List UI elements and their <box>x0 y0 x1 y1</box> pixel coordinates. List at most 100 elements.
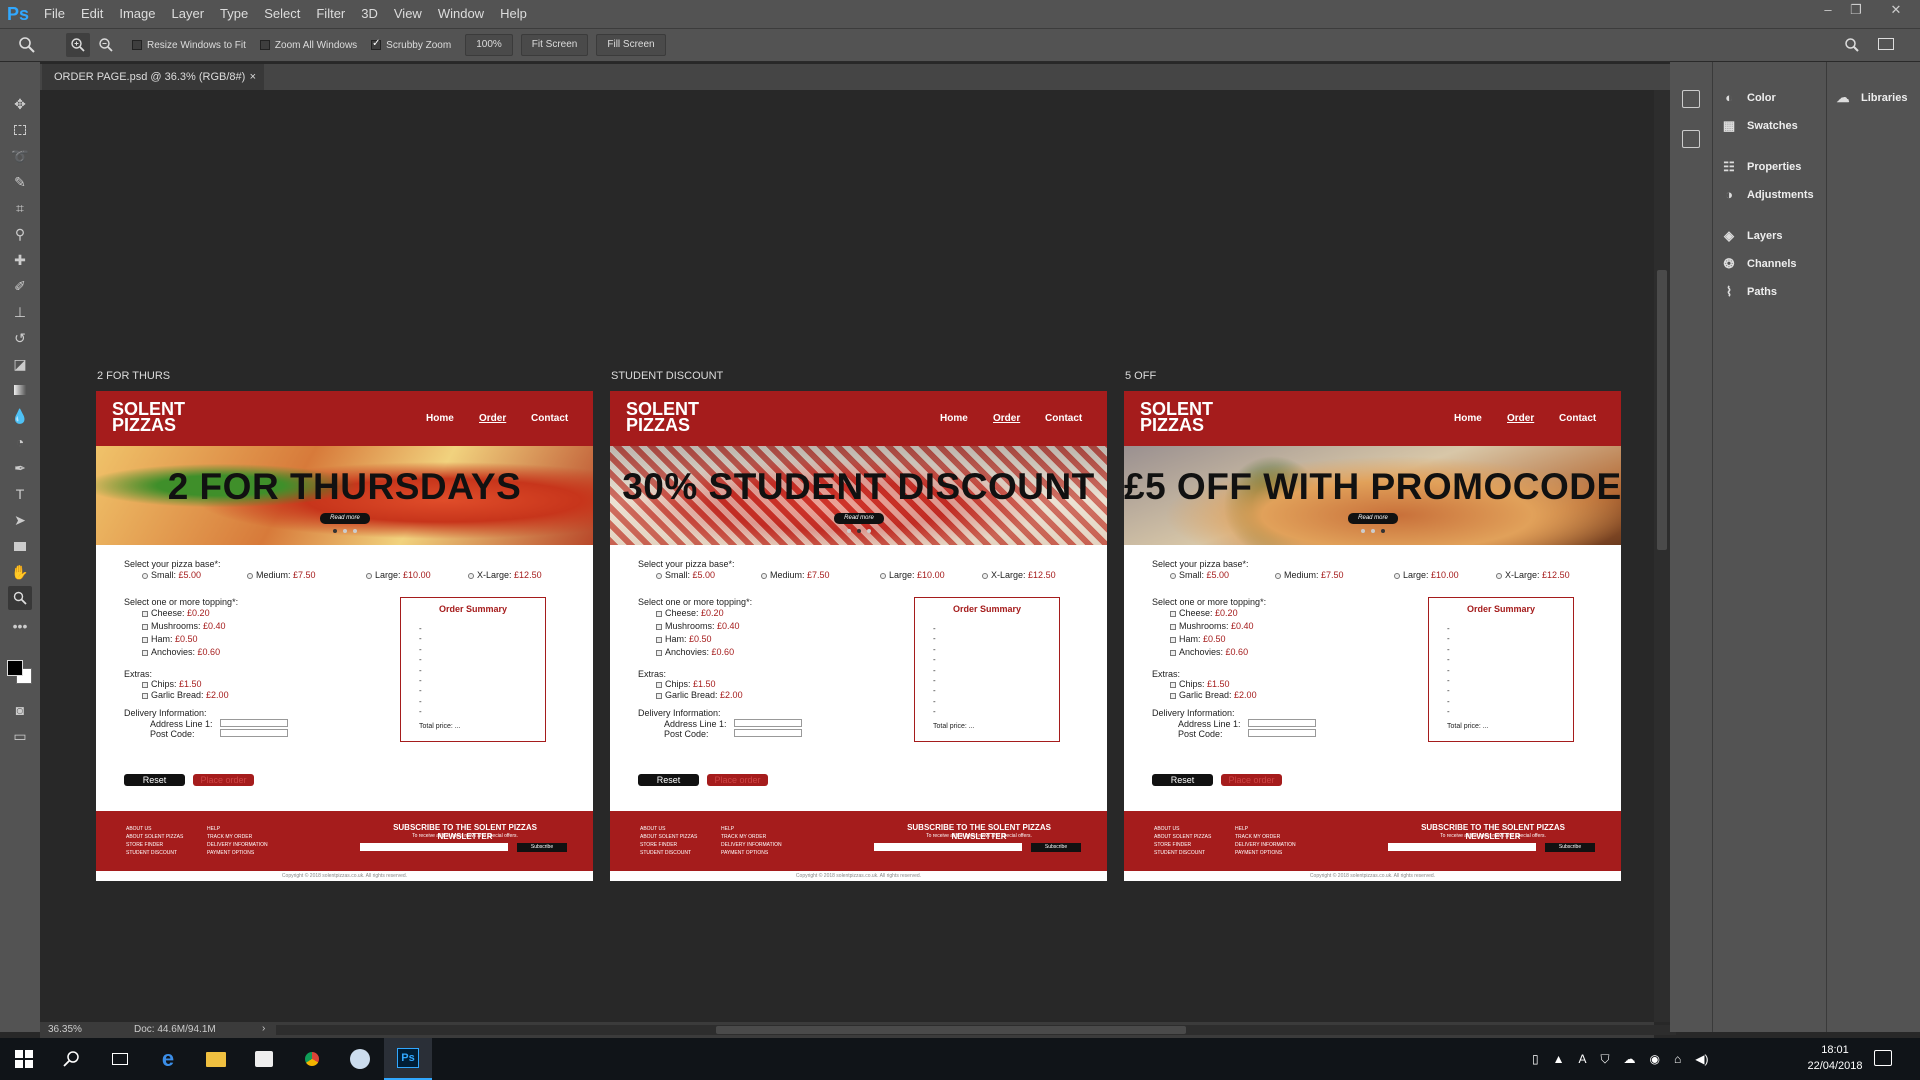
base-label: Select your pizza base*: <box>1152 559 1249 569</box>
artboard-student-discount[interactable]: SOLENT PIZZAS Home Order Contact 30% STUD… <box>610 391 1107 881</box>
delivery-label: Delivery Information: <box>124 708 207 718</box>
task-view-icon[interactable] <box>96 1038 144 1080</box>
menu-file[interactable]: File <box>36 0 73 28</box>
artboard-label[interactable]: STUDENT DISCOUNT <box>611 370 723 382</box>
zoom-in-icon[interactable] <box>66 33 90 57</box>
read-more-button: Read more <box>320 513 370 524</box>
adjustments-panel-tab[interactable]: ◑ Adjustments <box>1721 183 1814 207</box>
restore-button[interactable]: ❐ <box>1840 0 1872 22</box>
layers-panel-tab[interactable]: ◈ Layers <box>1721 224 1782 248</box>
app-icon[interactable] <box>336 1038 384 1080</box>
nav-order: Order <box>993 413 1021 424</box>
status-arrow-icon[interactable]: › <box>262 1023 265 1034</box>
scrubby-zoom-checkbox[interactable]: Scrubby Zoom <box>371 38 451 51</box>
blur-tool-icon[interactable]: 💧 <box>8 404 32 428</box>
stamp-tool-icon[interactable]: ⊥ <box>8 300 32 324</box>
base-label: Select your pizza base*: <box>638 559 735 569</box>
file-explorer-icon[interactable] <box>192 1038 240 1080</box>
zoom-all-windows-checkbox[interactable]: Zoom All Windows <box>259 40 357 51</box>
artboard-5-off[interactable]: SOLENT PIZZAS Home Order Contact £5 OFF W… <box>1124 391 1621 881</box>
history-panel-icon[interactable] <box>1682 90 1700 108</box>
rectangle-tool-icon[interactable] <box>8 534 32 558</box>
scroll-thumb[interactable] <box>716 1026 1186 1034</box>
menu-view[interactable]: View <box>386 0 430 28</box>
crop-tool-icon[interactable]: ⌗ <box>8 196 32 220</box>
menu-type[interactable]: Type <box>212 0 256 28</box>
scroll-thumb[interactable] <box>1657 270 1667 550</box>
channels-panel-tab[interactable]: ❂ Channels <box>1721 252 1797 276</box>
vertical-scrollbar[interactable] <box>1654 90 1670 1022</box>
tray-phone-icon[interactable]: ▯ <box>1532 1052 1539 1066</box>
search-icon[interactable] <box>1844 37 1860 56</box>
menu-select[interactable]: Select <box>256 0 308 28</box>
color-panel-tab[interactable]: ◐ Color <box>1721 86 1776 110</box>
workspace-icon[interactable] <box>1878 38 1894 50</box>
zoom-tool-icon[interactable] <box>18 36 48 54</box>
artboard-label[interactable]: 2 FOR THURS <box>97 370 170 382</box>
tray-shield-icon[interactable]: ⛉ <box>1601 1052 1610 1067</box>
menu-filter[interactable]: Filter <box>308 0 353 28</box>
eraser-tool-icon[interactable]: ◪ <box>8 352 32 376</box>
resize-windows-checkbox[interactable]: Resize Windows to Fit <box>132 40 246 51</box>
fill-screen-button[interactable]: Fill Screen <box>596 34 666 56</box>
fit-screen-button[interactable]: Fit Screen <box>520 34 589 56</box>
menu-window[interactable]: Window <box>430 0 492 28</box>
tray-adobe-icon[interactable]: A <box>1579 1052 1587 1066</box>
windows-start-icon[interactable] <box>0 1038 48 1080</box>
menu-3d[interactable]: 3D <box>353 0 386 28</box>
clock[interactable]: 18:01 22/04/2018 <box>1805 1042 1865 1074</box>
path-selection-tool-icon[interactable]: ➤ <box>8 508 32 532</box>
libraries-panel-tab[interactable]: ☁ Libraries <box>1835 86 1908 110</box>
dodge-tool-icon[interactable]: ◔ <box>8 430 32 454</box>
tray-wifi-icon[interactable]: ◉ <box>1650 1052 1660 1066</box>
menu-help[interactable]: Help <box>492 0 535 28</box>
zoom-level[interactable]: 36.35% <box>48 1024 82 1035</box>
zoom-tool-icon[interactable] <box>8 586 32 610</box>
hand-tool-icon[interactable]: ✋ <box>8 560 32 584</box>
move-tool-icon[interactable]: ✥ <box>8 92 32 116</box>
foreground-color-swatch[interactable] <box>7 660 23 676</box>
paths-panel-tab[interactable]: ⌇ Paths <box>1721 280 1777 304</box>
zoom-100-button[interactable]: 100% <box>465 34 513 56</box>
close-button[interactable]: ✕ <box>1880 0 1912 22</box>
nav-home: Home <box>940 413 968 424</box>
horizontal-scrollbar[interactable] <box>276 1025 1676 1035</box>
action-center-icon[interactable] <box>1874 1050 1892 1066</box>
tray-app-icon[interactable]: ▲ <box>1553 1052 1565 1066</box>
search-icon[interactable] <box>48 1038 96 1080</box>
properties-panel-tab[interactable]: ☷ Properties <box>1721 155 1801 179</box>
store-icon[interactable] <box>240 1038 288 1080</box>
order-form: Select your pizza base*: Small: £5.00 Me… <box>1124 545 1621 811</box>
tray-network-icon[interactable]: ⌂ <box>1674 1052 1681 1066</box>
pen-tool-icon[interactable]: ✒ <box>8 456 32 480</box>
lasso-tool-icon[interactable]: ➰ <box>8 144 32 168</box>
edge-browser-icon[interactable]: e <box>144 1038 192 1080</box>
tray-volume-icon[interactable]: ◀) <box>1695 1052 1708 1066</box>
gradient-tool-icon[interactable] <box>8 378 32 402</box>
quick-mask-icon[interactable]: ◙ <box>8 698 32 722</box>
artboard-label[interactable]: 5 OFF <box>1125 370 1156 382</box>
quick-select-tool-icon[interactable]: ✎ <box>8 170 32 194</box>
actions-panel-icon[interactable] <box>1682 130 1700 148</box>
artboard-2-for-thurs[interactable]: SOLENT PIZZAS Home Order Contact 2 FOR TH… <box>96 391 593 881</box>
close-tab-icon[interactable]: × <box>250 64 256 90</box>
postcode-label: Post Code: <box>150 729 195 739</box>
photoshop-taskbar-icon[interactable]: Ps <box>384 1038 432 1080</box>
more-tools-icon[interactable]: ••• <box>8 614 32 638</box>
menu-image[interactable]: Image <box>111 0 163 28</box>
healing-brush-tool-icon[interactable]: ✚ <box>8 248 32 272</box>
brush-tool-icon[interactable]: ✐ <box>8 274 32 298</box>
zoom-out-icon[interactable] <box>94 33 118 57</box>
eyedropper-tool-icon[interactable]: ⚲ <box>8 222 32 246</box>
site-header: SOLENT PIZZAS Home Order Contact <box>1124 391 1621 446</box>
tray-cloud-icon[interactable]: ☁ <box>1624 1052 1636 1066</box>
swatches-panel-tab[interactable]: ▦ Swatches <box>1721 114 1798 138</box>
document-tab[interactable]: ORDER PAGE.psd @ 36.3% (RGB/8#) × <box>42 64 264 90</box>
menu-layer[interactable]: Layer <box>164 0 213 28</box>
menu-edit[interactable]: Edit <box>73 0 111 28</box>
chrome-icon[interactable] <box>288 1038 336 1080</box>
screen-mode-icon[interactable]: ▭ <box>8 724 32 748</box>
history-brush-tool-icon[interactable]: ↺ <box>8 326 32 350</box>
marquee-tool-icon[interactable] <box>8 118 32 142</box>
type-tool-icon[interactable]: T <box>8 482 32 506</box>
